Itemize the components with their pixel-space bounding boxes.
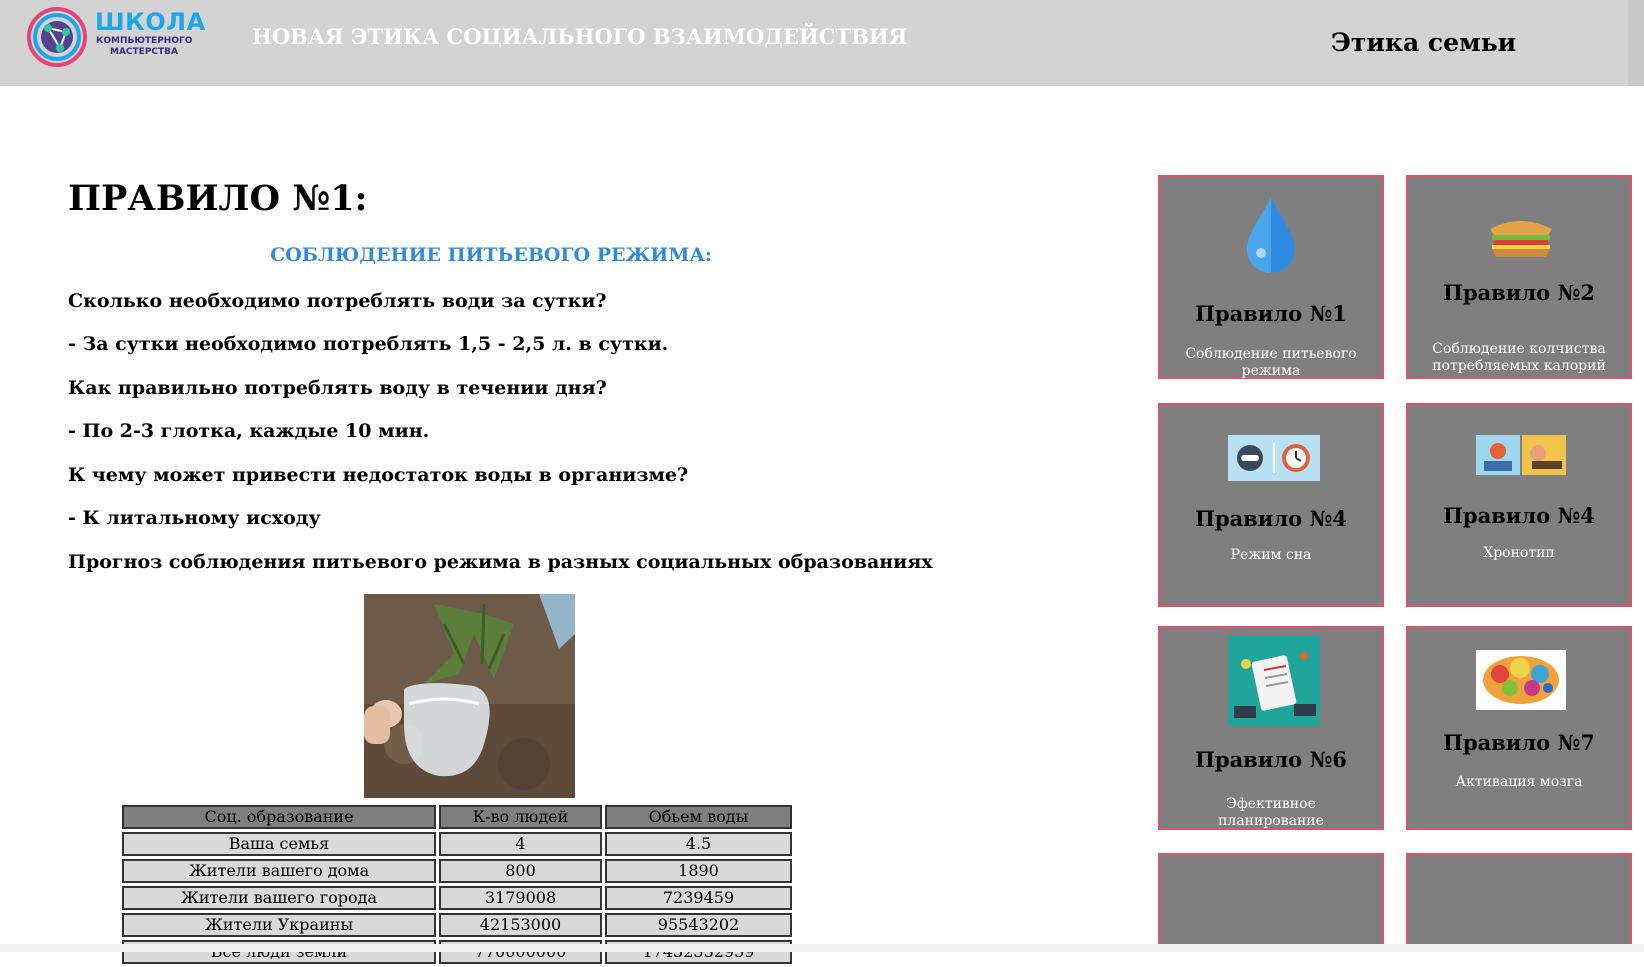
rule-card-title: Правило №6 bbox=[1195, 747, 1347, 772]
table-row: Жители вашего города 3179008 7239459 bbox=[122, 886, 792, 910]
rule-card-subtitle: Режим сна bbox=[1230, 547, 1312, 563]
question-1: Сколько необходимо потреблять води за су… bbox=[68, 290, 607, 312]
table-cell: 7239459 bbox=[605, 886, 792, 910]
rule-card-subtitle: Хронотип bbox=[1483, 545, 1555, 561]
column-header: Соц. образование bbox=[122, 805, 436, 829]
question-2: Как правильно потреблять воду в течении … bbox=[68, 377, 607, 399]
column-header: К-во людей bbox=[439, 805, 602, 829]
brain-icon bbox=[1476, 650, 1566, 710]
section-title: Этика семьи bbox=[1331, 28, 1517, 57]
rule-card-subtitle: Сoблюдение колчиства потребляемых калори… bbox=[1432, 341, 1606, 374]
rule-card-4[interactable]: Правило №4 Хронотип bbox=[1406, 403, 1632, 607]
rule-card-title: Правило №4 bbox=[1195, 506, 1347, 531]
logo-atom-icon bbox=[27, 7, 87, 67]
water-drop-icon bbox=[1247, 197, 1295, 273]
logo-tagline: КОМПЬЮТЕРНОГО МАСТЕРСТВА bbox=[96, 36, 192, 58]
rule-card-subtitle: Эфективное планирование bbox=[1218, 796, 1324, 829]
rule-card-title: Правило №4 bbox=[1443, 503, 1595, 528]
rule-card-title: Правило №1 bbox=[1195, 301, 1347, 326]
table-cell: Жители вашего города bbox=[122, 886, 436, 910]
rule-card-subtitle: Соблюдение питьевого режима bbox=[1185, 346, 1357, 379]
planning-icon bbox=[1228, 636, 1320, 726]
table-cell: 3179008 bbox=[439, 886, 602, 910]
table-cell: 1890 bbox=[605, 859, 792, 883]
table-cell: Жители Украины bbox=[122, 913, 436, 937]
rule-subheading: СОБЛЮДЕНИЕ ПИТЬЕВОГО РЕЖИМА: bbox=[270, 244, 712, 266]
sleep-clock-icon bbox=[1228, 435, 1320, 481]
site-title[interactable]: НОВАЯ ЭТИКА СОЦИАЛЬНОГО ВЗАИМОДЕЙСТВИЯ bbox=[252, 24, 907, 49]
chronotype-icon bbox=[1476, 435, 1566, 475]
rule-heading: ПРАВИЛО №1: bbox=[68, 178, 368, 219]
sandwich-icon bbox=[1490, 221, 1552, 257]
site-header: ШКОЛА КОМПЬЮТЕРНОГО МАСТЕРСТВА НОВАЯ ЭТИ… bbox=[0, 0, 1644, 86]
rule-card-2[interactable]: Правило №2 Сoблюдение колчиства потребля… bbox=[1406, 175, 1632, 379]
water-photo bbox=[364, 594, 575, 798]
logo-tagline-line-1: КОМПЬЮТЕРНОГО bbox=[96, 36, 193, 46]
rule-card-6[interactable]: Правило №7 Активация мозга bbox=[1406, 626, 1632, 830]
water-forecast-table: Соц. образование К-во людей Обьем воды В… bbox=[119, 802, 795, 967]
table-cell: Ваша семья bbox=[122, 832, 436, 856]
school-logo[interactable]: ШКОЛА КОМПЬЮТЕРНОГО МАСТЕРСТВА bbox=[26, 6, 205, 68]
table-cell: 800 bbox=[439, 859, 602, 883]
table-row: Жители Украины 42153000 95543202 bbox=[122, 913, 792, 937]
page-bottom-edge bbox=[0, 944, 1644, 952]
rule-card-title: Правило №7 bbox=[1443, 730, 1595, 755]
logo-tagline-line-2: МАСТЕРСТВА bbox=[110, 47, 178, 57]
table-cell: Жители вашего дома bbox=[122, 859, 436, 883]
rule-card-1[interactable]: Правило №1 Соблюдение питьевого режима bbox=[1158, 175, 1384, 379]
rule-card-7[interactable] bbox=[1158, 853, 1384, 952]
answer-1: - За сутки необходимо потреблять 1,5 - 2… bbox=[68, 333, 669, 355]
rule-card-subtitle: Активация мозга bbox=[1455, 774, 1583, 790]
column-header: Обьем воды bbox=[605, 805, 792, 829]
rule-card-3[interactable]: Правило №4 Режим сна bbox=[1158, 403, 1384, 607]
table-row: Ваша семья 4 4.5 bbox=[122, 832, 792, 856]
rule-card-8[interactable] bbox=[1406, 853, 1632, 952]
table-cell: 42153000 bbox=[439, 913, 602, 937]
answer-3: - К литальному исходу bbox=[68, 507, 321, 529]
table-row: Жители вашего дома 800 1890 bbox=[122, 859, 792, 883]
rule-card-title: Правило №2 bbox=[1443, 280, 1595, 305]
question-3: К чему может привести недостаток воды в … bbox=[68, 464, 689, 486]
scrollbar[interactable] bbox=[1628, 0, 1644, 86]
rule-card-5[interactable]: Правило №6 Эфективное планирование bbox=[1158, 626, 1384, 830]
table-cell: 4 bbox=[439, 832, 602, 856]
table-header-row: Соц. образование К-во людей Обьем воды bbox=[122, 805, 792, 829]
table-cell: 95543202 bbox=[605, 913, 792, 937]
logo-wordmark: ШКОЛА bbox=[95, 8, 206, 36]
forecast-caption: Прогноз соблюдения питьевого режима в ра… bbox=[68, 551, 933, 573]
table-cell: 4.5 bbox=[605, 832, 792, 856]
answer-2: - По 2-3 глотка, каждые 10 мин. bbox=[68, 420, 430, 442]
